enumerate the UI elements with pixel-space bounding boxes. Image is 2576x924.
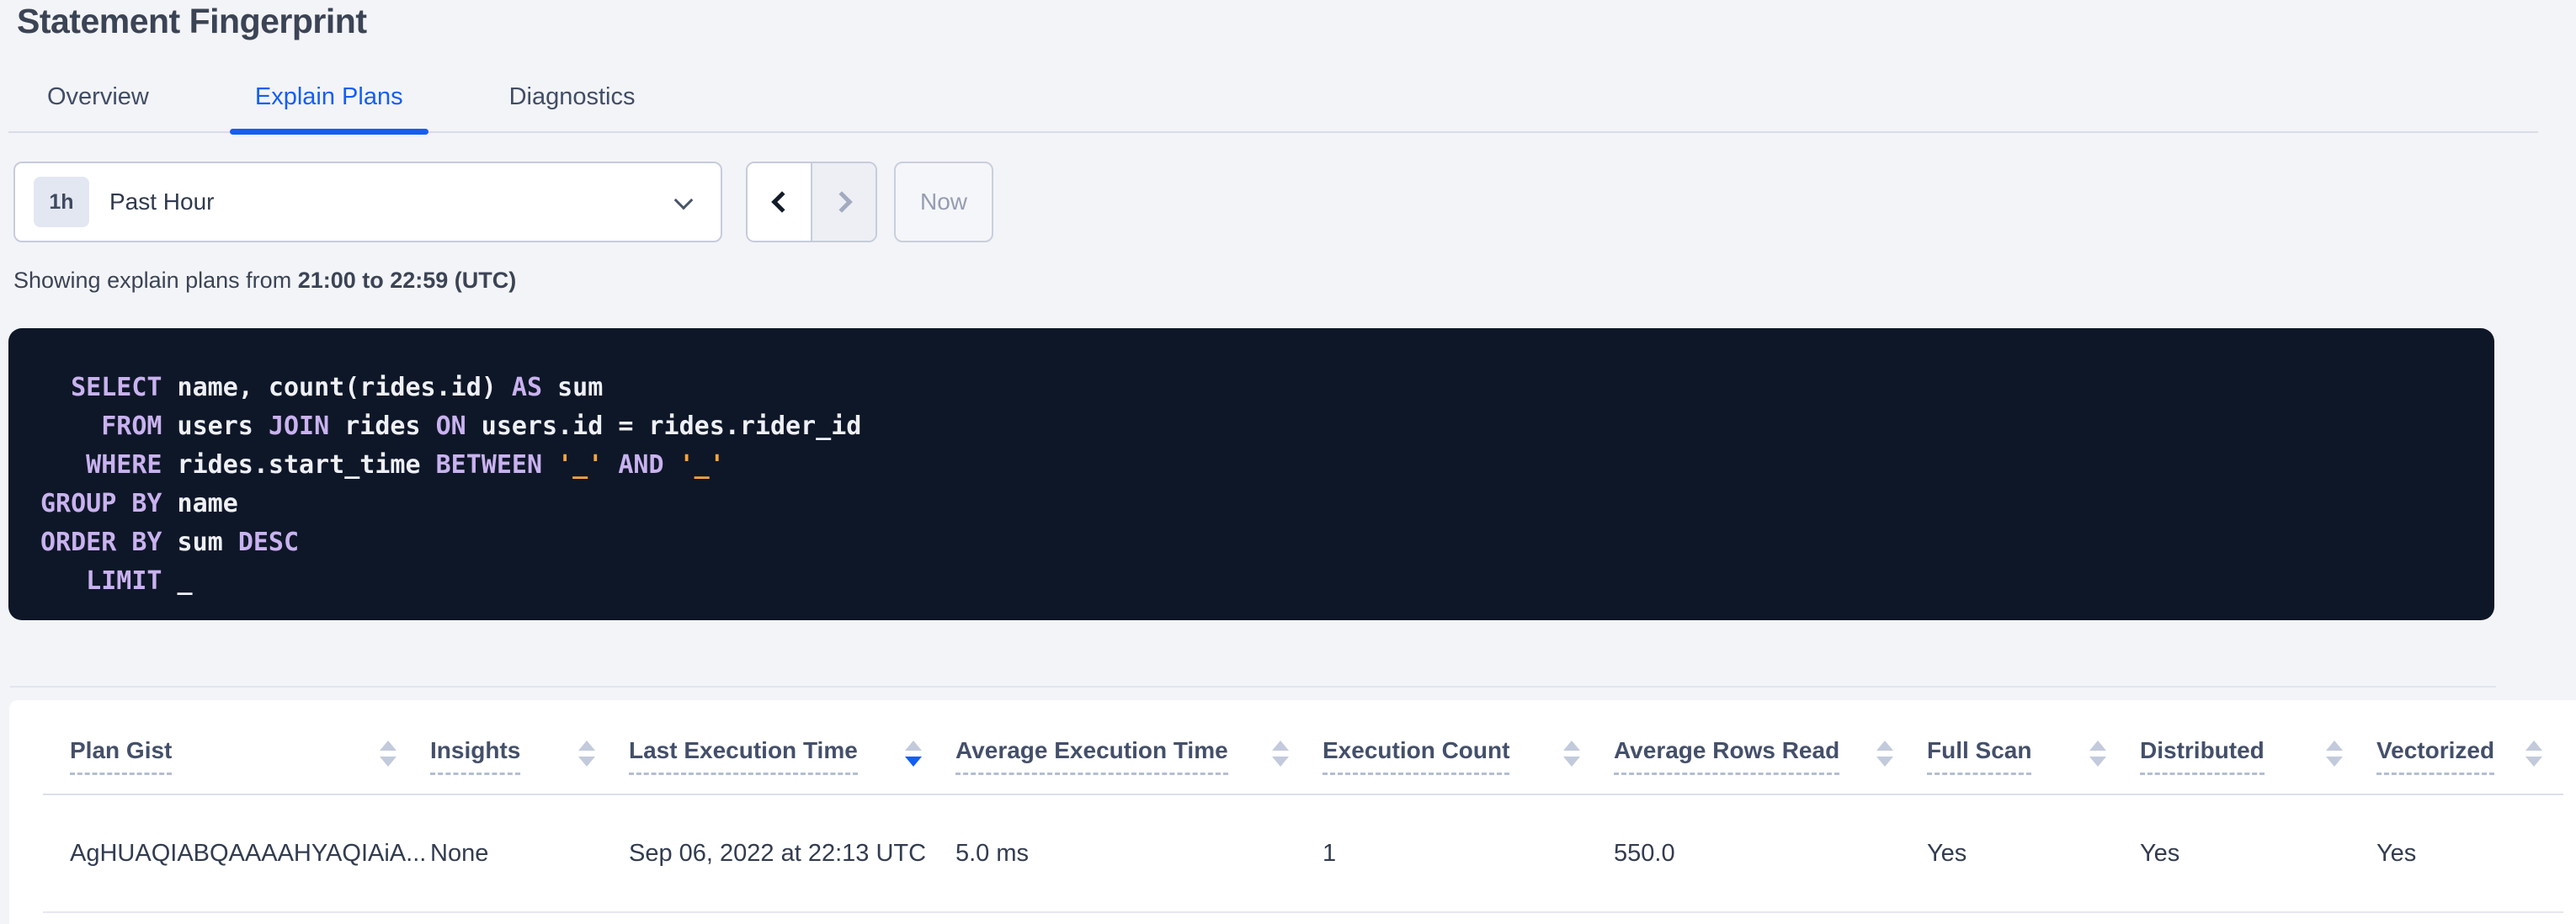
sql-line: FROM users JOIN rides ON users.id = ride… <box>40 407 2461 446</box>
page-title: Statement Fingerprint <box>17 2 366 41</box>
column-header-vectorized[interactable]: Vectorized <box>2376 737 2576 775</box>
time-toolbar: 1h Past Hour Now <box>13 162 993 242</box>
time-range-nav <box>746 162 877 242</box>
sort-arrows-icon[interactable] <box>2089 741 2106 767</box>
table-row[interactable]: AgHUAQIABQAAAAHYAQIAiA...NoneSep 06, 202… <box>9 795 2576 911</box>
sql-line: GROUP BY name <box>40 485 2461 523</box>
sort-arrows-icon[interactable] <box>1876 741 1893 767</box>
previous-range-button[interactable] <box>748 163 811 241</box>
sql-line: SELECT name, count(rides.id) AS sum <box>40 369 2461 407</box>
cell-average-rows-read: 550.0 <box>1614 840 1927 868</box>
cell-last-execution-time: Sep 06, 2022 at 22:13 UTC <box>629 840 955 868</box>
time-interval-dropdown[interactable]: 1h Past Hour <box>13 162 722 242</box>
column-label[interactable]: Full Scan <box>1927 737 2031 775</box>
interval-badge: 1h <box>34 177 89 227</box>
showing-range-bold: 21:00 to 22:59 (UTC) <box>298 268 517 293</box>
next-range-button[interactable] <box>811 163 876 241</box>
sql-statement-box: SELECT name, count(rides.id) AS sum FROM… <box>8 328 2494 620</box>
sql-line: WHERE rides.start_time BETWEEN '_' AND '… <box>40 446 2461 485</box>
column-header-average-execution-time[interactable]: Average Execution Time <box>955 737 1323 775</box>
tab-diagnostics[interactable]: Diagnostics <box>484 83 661 131</box>
tab-explain-plans[interactable]: Explain Plans <box>230 83 428 131</box>
sql-line: LIMIT _ <box>40 562 2461 601</box>
column-header-average-rows-read[interactable]: Average Rows Read <box>1614 737 1927 775</box>
table-header-row: Plan Gist Insights Last Execution Time Aver… <box>9 700 2576 794</box>
column-label[interactable]: Execution Count <box>1323 737 1509 775</box>
sort-arrows-icon[interactable] <box>1563 741 1580 767</box>
column-label[interactable]: Insights <box>430 737 520 775</box>
column-header-last-execution-time[interactable]: Last Execution Time <box>629 737 955 775</box>
cell-execution-count: 1 <box>1323 840 1614 868</box>
cell-distributed: Yes <box>2140 840 2376 868</box>
cell-plan-gist[interactable]: AgHUAQIABQAAAAHYAQIAiA... <box>70 840 430 868</box>
cell-insights: None <box>430 840 629 868</box>
time-range-label: Past Hour <box>109 189 215 215</box>
explain-plans-table: Plan Gist Insights Last Execution Time Aver… <box>9 700 2576 924</box>
sort-arrows-icon[interactable] <box>578 741 595 767</box>
cell-full-scan: Yes <box>1927 840 2140 868</box>
column-header-insights[interactable]: Insights <box>430 737 629 775</box>
column-label[interactable]: Last Execution Time <box>629 737 858 775</box>
column-header-execution-count[interactable]: Execution Count <box>1323 737 1614 775</box>
chevron-down-icon <box>674 191 694 210</box>
column-header-full-scan[interactable]: Full Scan <box>1927 737 2140 775</box>
tab-overview[interactable]: Overview <box>22 83 174 131</box>
sort-arrows-icon[interactable] <box>1272 741 1289 767</box>
column-label[interactable]: Vectorized <box>2376 737 2494 775</box>
column-header-plan-gist[interactable]: Plan Gist <box>70 737 430 775</box>
sort-arrows-icon[interactable] <box>380 741 397 767</box>
column-label[interactable]: Average Rows Read <box>1614 737 1839 775</box>
showing-range-prefix: Showing explain plans from <box>13 268 298 293</box>
chevron-left-icon <box>771 191 792 212</box>
now-button[interactable]: Now <box>894 162 993 242</box>
column-label[interactable]: Plan Gist <box>70 737 172 775</box>
column-label[interactable]: Average Execution Time <box>955 737 1228 775</box>
cell-vectorized: Yes <box>2376 840 2576 868</box>
chevron-right-icon <box>831 191 852 212</box>
section-divider <box>10 686 2496 688</box>
table-body: AgHUAQIABQAAAAHYAQIAiA...NoneSep 06, 202… <box>9 795 2576 913</box>
sql-line: ORDER BY sum DESC <box>40 523 2461 562</box>
sort-arrows-icon[interactable] <box>2525 741 2542 767</box>
tab-bar: Overview Explain Plans Diagnostics <box>8 71 2538 133</box>
sort-arrows-icon[interactable] <box>905 741 922 767</box>
row-divider <box>43 911 2563 913</box>
cell-average-execution-time: 5.0 ms <box>955 840 1323 868</box>
showing-range-text: Showing explain plans from 21:00 to 22:5… <box>13 268 516 294</box>
column-label[interactable]: Distributed <box>2140 737 2265 775</box>
column-header-distributed[interactable]: Distributed <box>2140 737 2376 775</box>
sort-arrows-icon[interactable] <box>2326 741 2343 767</box>
